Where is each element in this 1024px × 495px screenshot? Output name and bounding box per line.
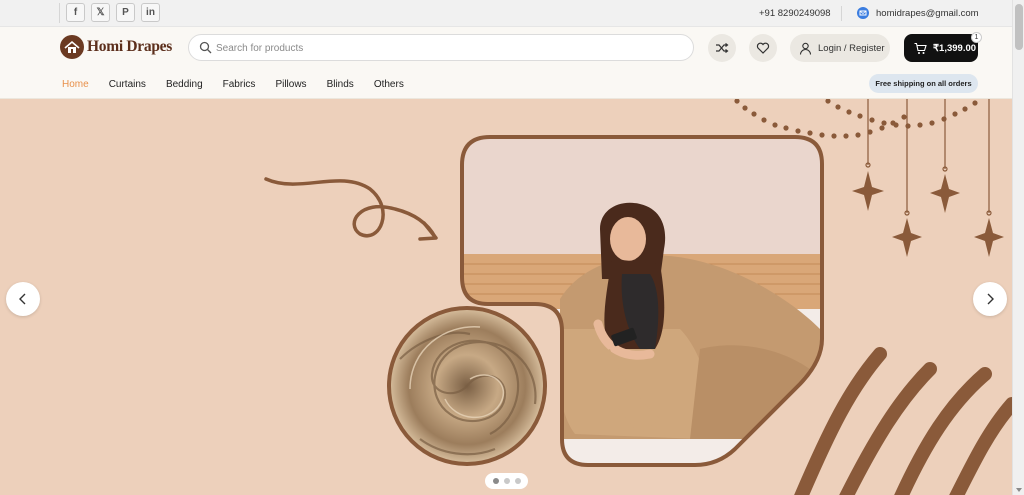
- search-bar: [188, 34, 694, 61]
- hanging-stars-graphic: [852, 99, 1004, 257]
- site-header: Homi Drapes Login / Register ₹1,399.00 1…: [0, 27, 1012, 99]
- nav-item-pillows[interactable]: Pillows: [275, 79, 306, 90]
- hero-slider: [0, 99, 1012, 495]
- search-icon[interactable]: [199, 41, 212, 54]
- page-scrollbar[interactable]: [1012, 0, 1024, 495]
- dotted-garland-graphic: [734, 99, 978, 139]
- facebook-icon[interactable]: f: [66, 3, 85, 22]
- slider-dot-1[interactable]: [492, 478, 499, 484]
- contact-phone[interactable]: +91 8290249098: [759, 8, 831, 19]
- main-nav: Home Curtains Bedding Fabrics Pillows Bl…: [62, 79, 424, 90]
- slider-dot-2[interactable]: [503, 478, 510, 484]
- slider-prev-button[interactable]: [6, 282, 40, 316]
- contact-email[interactable]: homidrapes@gmail.com: [876, 8, 979, 19]
- hero-artwork: [264, 99, 1012, 495]
- page: f 𝕏 P in +91 8290249098 homidrapes@gmail…: [0, 0, 1012, 495]
- fabric-swatch-circle: [387, 306, 547, 466]
- chevron-right-icon: [987, 293, 994, 305]
- nav-item-curtains[interactable]: Curtains: [109, 79, 146, 90]
- nav-item-fabrics[interactable]: Fabrics: [223, 79, 256, 90]
- scribble-graphic: [794, 347, 1012, 495]
- scrollbar-thumb[interactable]: [1015, 4, 1023, 50]
- linkedin-icon[interactable]: in: [141, 3, 160, 22]
- chevron-left-icon: [19, 293, 26, 305]
- wishlist-button[interactable]: [749, 34, 777, 62]
- nav-item-blinds[interactable]: Blinds: [327, 79, 354, 90]
- heart-icon: [756, 42, 770, 54]
- cart-icon: [914, 42, 927, 54]
- search-input[interactable]: [216, 39, 676, 57]
- social-links: f 𝕏 P in: [59, 3, 160, 23]
- nav-item-others[interactable]: Others: [374, 79, 404, 90]
- scroll-down-arrow-icon[interactable]: [1016, 488, 1022, 492]
- pinterest-icon[interactable]: P: [116, 3, 135, 22]
- login-label: Login / Register: [818, 42, 885, 54]
- mail-icon: [857, 7, 869, 19]
- top-bar: f 𝕏 P in +91 8290249098 homidrapes@gmail…: [0, 0, 1012, 27]
- cart-count-badge: 1: [971, 32, 982, 43]
- shuffle-icon: [716, 43, 729, 53]
- slider-dot-3[interactable]: [514, 478, 521, 484]
- cart-total: ₹1,399.00: [933, 42, 977, 54]
- logo[interactable]: Homi Drapes: [60, 35, 172, 59]
- nav-item-bedding[interactable]: Bedding: [166, 79, 203, 90]
- divider: [841, 6, 842, 21]
- free-shipping-badge: Free shipping on all orders: [869, 74, 978, 93]
- compare-button[interactable]: [708, 34, 736, 62]
- curly-arrow-graphic: [264, 177, 437, 239]
- slider-pagination: [485, 473, 528, 489]
- login-register-button[interactable]: Login / Register: [790, 34, 890, 62]
- logo-house-icon: [60, 35, 84, 59]
- user-icon: [799, 42, 812, 55]
- logo-text: Homi Drapes: [87, 38, 172, 55]
- slider-next-button[interactable]: [973, 282, 1007, 316]
- x-twitter-icon[interactable]: 𝕏: [91, 3, 110, 22]
- nav-item-home[interactable]: Home: [62, 79, 89, 90]
- cart-button[interactable]: ₹1,399.00: [904, 34, 978, 62]
